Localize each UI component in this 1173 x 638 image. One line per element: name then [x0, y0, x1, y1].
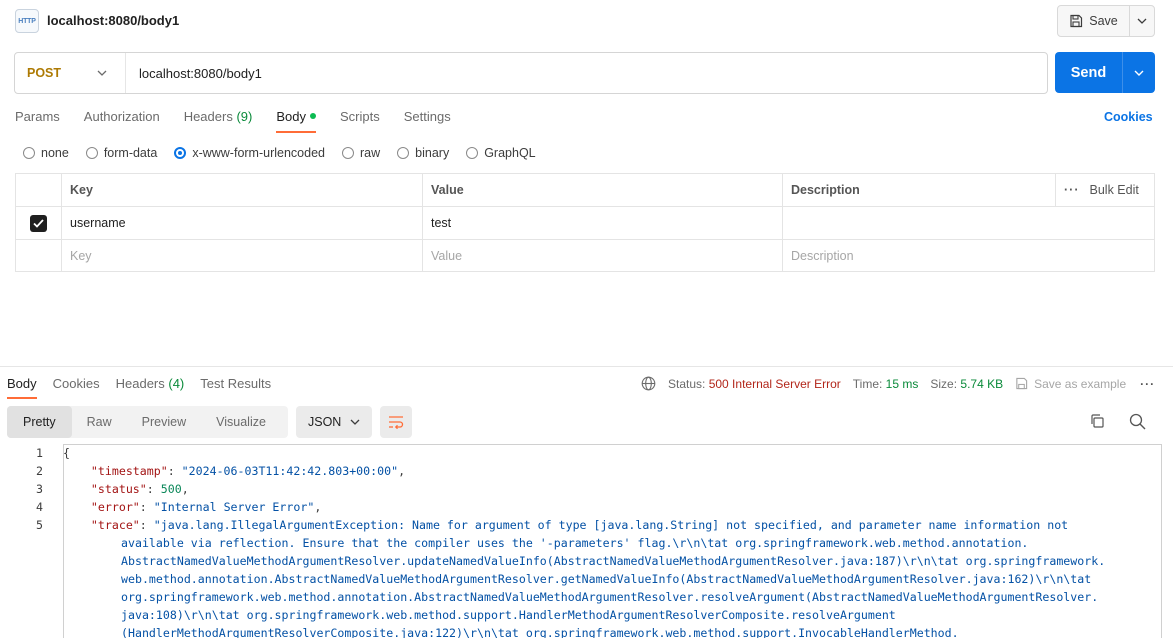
chevron-down-icon — [350, 419, 360, 425]
tab-headers[interactable]: Headers (9) — [184, 109, 253, 132]
chevron-down-icon — [1137, 18, 1147, 24]
more-options-icon[interactable]: ··· — [1140, 377, 1155, 391]
column-header-key: Key — [62, 174, 423, 206]
value-cell[interactable]: test — [423, 207, 783, 239]
chevron-down-icon — [97, 70, 107, 76]
response-divider[interactable] — [0, 366, 1173, 367]
url-input[interactable]: localhost:8080/body1 — [126, 66, 262, 81]
code-line-wrap: available via reflection. Ensure that th… — [121, 536, 1029, 550]
code-line: 2 "timestamp": "2024-06-03T11:42:42.803+… — [36, 464, 406, 478]
table-actions: ··· Bulk Edit — [1056, 174, 1154, 206]
column-header-value: Value — [423, 174, 783, 206]
save-icon — [1070, 14, 1083, 28]
view-tab-preview[interactable]: Preview — [127, 406, 201, 438]
tab-scripts[interactable]: Scripts — [340, 109, 380, 132]
save-options-button[interactable] — [1130, 6, 1154, 36]
format-select[interactable]: JSON — [296, 406, 372, 438]
send-button[interactable]: Send — [1055, 52, 1123, 93]
row-checkbox[interactable] — [16, 207, 62, 239]
cookies-link[interactable]: Cookies — [1104, 110, 1153, 124]
code-line: 5 "trace": "java.lang.IllegalArgumentExc… — [36, 518, 1069, 532]
send-options-button[interactable] — [1123, 52, 1155, 93]
save-icon — [1016, 377, 1028, 390]
size-info[interactable]: Size: 5.74 KB — [930, 377, 1003, 391]
response-tab-cookies[interactable]: Cookies — [53, 376, 100, 398]
radio-none[interactable]: none — [23, 146, 69, 160]
key-cell[interactable]: username — [62, 207, 423, 239]
url-bar: POST localhost:8080/body1 — [14, 52, 1048, 94]
chevron-down-icon — [1134, 70, 1144, 76]
wrap-lines-icon — [389, 416, 404, 429]
table-row-empty: Key Value Description — [16, 240, 1154, 271]
time-info[interactable]: Time: 15 ms — [853, 377, 919, 391]
radio-x-www-form-urlencoded[interactable]: x-www-form-urlencoded — [174, 146, 325, 160]
more-options-icon[interactable]: ··· — [1064, 183, 1080, 197]
request-title: localhost:8080/body1 — [47, 13, 180, 28]
search-icon — [1129, 413, 1146, 430]
radio-raw[interactable]: raw — [342, 146, 380, 160]
code-line: 4 "error": "Internal Server Error", — [36, 500, 322, 514]
code-line-wrap: AbstractNamedValueMethodArgumentResolver… — [121, 554, 1106, 568]
response-status-bar: Status: 500 Internal Server Error Time: … — [641, 376, 1155, 391]
params-table: Key Value Description ··· Bulk Edit user… — [15, 173, 1155, 272]
copy-icon — [1091, 414, 1104, 428]
save-button-group: Save — [1057, 5, 1155, 37]
column-header-description: Description — [783, 174, 1056, 206]
body-set-indicator — [309, 113, 316, 119]
response-tabs: Body Cookies Headers (4) Test Results — [7, 376, 287, 399]
save-as-example-button[interactable]: Save as example — [1015, 377, 1126, 391]
response-body-code[interactable]: 1{ 2 "timestamp": "2024-06-03T11:42:42.8… — [0, 444, 1173, 638]
value-input[interactable]: Value — [423, 240, 783, 271]
tab-settings[interactable]: Settings — [404, 109, 451, 132]
code-line: 1{ — [36, 446, 70, 460]
response-tab-body[interactable]: Body — [7, 376, 37, 399]
http-request-icon: HTTP — [15, 9, 39, 33]
radio-form-data[interactable]: form-data — [85, 146, 157, 160]
key-input[interactable]: Key — [62, 240, 423, 271]
code-line: 3 "status": 500, — [36, 482, 189, 496]
view-tab-raw[interactable]: Raw — [72, 406, 127, 438]
response-tab-headers[interactable]: Headers (4) — [116, 376, 185, 398]
response-tab-test-results[interactable]: Test Results — [200, 376, 271, 398]
tab-params[interactable]: Params — [15, 109, 60, 132]
search-button[interactable] — [1129, 413, 1146, 433]
table-row: username test — [16, 207, 1154, 240]
body-type-radios: none form-data x-www-form-urlencoded raw… — [23, 146, 553, 160]
copy-button[interactable] — [1089, 413, 1105, 432]
view-tab-pretty[interactable]: Pretty — [7, 406, 72, 438]
code-line-wrap: java:108)\r\n\tat org.springframework.we… — [121, 608, 896, 622]
view-tab-visualize[interactable]: Visualize — [201, 406, 281, 438]
wrap-lines-button[interactable] — [380, 406, 412, 438]
code-line-wrap: web.method.annotation.AbstractNamedValue… — [121, 572, 1092, 586]
globe-icon[interactable] — [641, 376, 656, 391]
status-info[interactable]: Status: 500 Internal Server Error — [668, 377, 841, 391]
description-input[interactable]: Description — [783, 240, 1154, 271]
method-select[interactable]: POST — [15, 53, 126, 93]
tab-body[interactable]: Body — [276, 109, 316, 133]
request-tabs: Params Authorization Headers (9) Body Sc… — [15, 109, 475, 133]
bulk-edit-button[interactable]: Bulk Edit — [1090, 183, 1139, 197]
checkbox-checked-icon — [30, 214, 47, 232]
description-cell[interactable] — [783, 207, 1154, 239]
table-header-row: Key Value Description ··· Bulk Edit — [16, 174, 1154, 207]
save-button[interactable]: Save — [1058, 6, 1130, 36]
response-view-tabs: Pretty Raw Preview Visualize — [7, 406, 288, 438]
send-button-group: Send — [1055, 52, 1155, 93]
code-line-wrap: org.springframework.web.method.annotatio… — [121, 590, 1099, 604]
radio-graphql[interactable]: GraphQL — [466, 146, 536, 160]
code-line-wrap: (HandlerMethodArgumentResolverComposite.… — [121, 626, 959, 638]
tab-authorization[interactable]: Authorization — [84, 109, 160, 132]
radio-binary[interactable]: binary — [397, 146, 449, 160]
method-label: POST — [27, 66, 62, 80]
